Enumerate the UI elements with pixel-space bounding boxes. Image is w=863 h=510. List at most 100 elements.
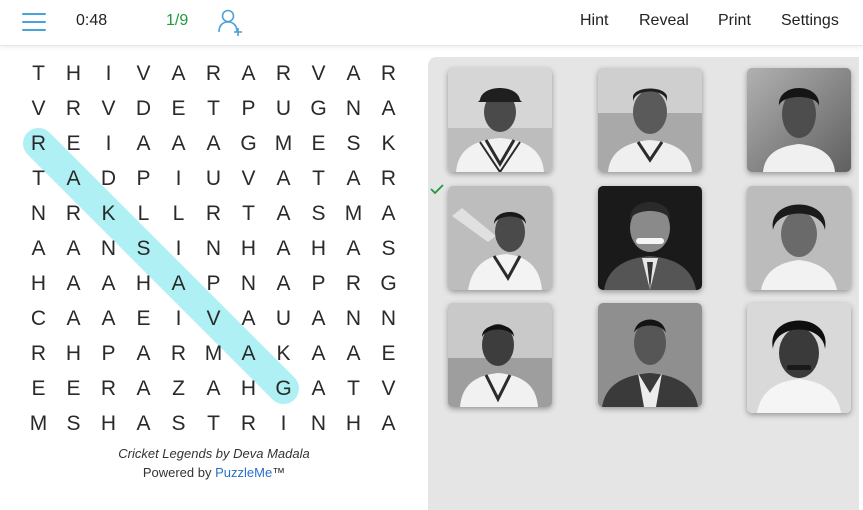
grid-cell[interactable]: V [91, 91, 126, 126]
grid-cell[interactable]: I [161, 231, 196, 266]
grid-cell[interactable]: I [91, 56, 126, 91]
grid-cell[interactable]: K [371, 126, 406, 161]
grid-cell[interactable]: A [336, 56, 371, 91]
grid-cell[interactable]: I [266, 406, 301, 441]
grid-cell[interactable]: U [266, 301, 301, 336]
grid-cell[interactable]: A [56, 161, 91, 196]
grid-cell[interactable]: R [56, 196, 91, 231]
grid-cell[interactable]: A [336, 161, 371, 196]
grid-cell[interactable]: R [91, 371, 126, 406]
grid-cell[interactable]: R [56, 91, 91, 126]
grid-cell[interactable]: A [301, 336, 336, 371]
cricketer-photo-2[interactable] [598, 68, 702, 172]
grid-cell[interactable]: P [196, 266, 231, 301]
grid-cell[interactable]: T [21, 161, 56, 196]
grid-cell[interactable]: I [91, 126, 126, 161]
grid-cell[interactable]: P [126, 161, 161, 196]
grid-cell[interactable]: E [371, 336, 406, 371]
grid-cell[interactable]: R [21, 126, 56, 161]
grid-cell[interactable]: A [126, 406, 161, 441]
cricketer-photo-3[interactable] [747, 68, 851, 172]
grid-cell[interactable]: T [231, 196, 266, 231]
cricketer-photo-6[interactable] [747, 186, 851, 290]
grid-cell[interactable]: T [196, 406, 231, 441]
grid-cell[interactable]: C [21, 301, 56, 336]
grid-cell[interactable]: R [371, 161, 406, 196]
grid-cell[interactable]: G [301, 91, 336, 126]
grid-cell[interactable]: A [266, 231, 301, 266]
grid-cell[interactable]: V [371, 371, 406, 406]
grid-cell[interactable]: N [336, 301, 371, 336]
grid-cell[interactable]: A [161, 126, 196, 161]
grid-cell[interactable]: U [196, 161, 231, 196]
grid-cell[interactable]: E [161, 91, 196, 126]
grid-cell[interactable]: A [56, 301, 91, 336]
grid-cell[interactable]: E [56, 126, 91, 161]
grid-cell[interactable]: K [266, 336, 301, 371]
grid-cell[interactable]: A [56, 266, 91, 301]
grid-cell[interactable]: S [371, 231, 406, 266]
grid-cell[interactable]: R [266, 56, 301, 91]
grid-cell[interactable]: L [126, 196, 161, 231]
grid-cell[interactable]: Z [161, 371, 196, 406]
grid-cell[interactable]: V [21, 91, 56, 126]
grid-cell[interactable]: A [336, 231, 371, 266]
grid-cell[interactable]: E [21, 371, 56, 406]
reveal-button[interactable]: Reveal [639, 12, 689, 30]
grid-cell[interactable]: A [371, 91, 406, 126]
grid-cell[interactable]: A [91, 301, 126, 336]
grid-cell[interactable]: E [301, 126, 336, 161]
grid-cell[interactable]: A [266, 161, 301, 196]
grid-cell[interactable]: S [336, 126, 371, 161]
grid-cell[interactable]: A [196, 371, 231, 406]
grid-cell[interactable]: D [91, 161, 126, 196]
grid-cell[interactable]: S [126, 231, 161, 266]
grid-cell[interactable]: T [21, 56, 56, 91]
grid-cell[interactable]: H [231, 231, 266, 266]
grid-cell[interactable]: A [231, 336, 266, 371]
grid-cell[interactable]: A [161, 266, 196, 301]
grid-cell[interactable]: M [21, 406, 56, 441]
grid-cell[interactable]: D [126, 91, 161, 126]
grid-cell[interactable]: L [161, 196, 196, 231]
grid-cell[interactable]: T [336, 371, 371, 406]
puzzleme-link[interactable]: PuzzleMe [215, 465, 272, 480]
grid-cell[interactable]: U [266, 91, 301, 126]
grid-cell[interactable]: T [196, 91, 231, 126]
cricketer-photo-7[interactable] [448, 303, 552, 407]
grid-cell[interactable]: N [196, 231, 231, 266]
grid-cell[interactable]: M [266, 126, 301, 161]
grid-cell[interactable]: M [196, 336, 231, 371]
grid-cell[interactable]: H [231, 371, 266, 406]
grid-cell[interactable]: R [231, 406, 266, 441]
grid-cell[interactable]: G [266, 371, 301, 406]
grid-cell[interactable]: A [126, 336, 161, 371]
grid-cell[interactable]: R [161, 336, 196, 371]
grid-cell[interactable]: N [336, 91, 371, 126]
cricketer-photo-1[interactable] [448, 68, 552, 172]
grid-cell[interactable]: H [336, 406, 371, 441]
grid-cell[interactable]: N [301, 406, 336, 441]
grid-cell[interactable]: N [21, 196, 56, 231]
grid-cell[interactable]: G [231, 126, 266, 161]
grid-cell[interactable]: P [91, 336, 126, 371]
grid-cell[interactable]: R [371, 56, 406, 91]
grid-cell[interactable]: A [196, 126, 231, 161]
grid-cell[interactable]: A [371, 406, 406, 441]
grid-cell[interactable]: A [56, 231, 91, 266]
grid-cell[interactable]: N [371, 301, 406, 336]
grid-cell[interactable]: V [301, 56, 336, 91]
cricketer-photo-4[interactable] [448, 186, 552, 290]
grid-cell[interactable]: M [336, 196, 371, 231]
grid-cell[interactable]: E [126, 301, 161, 336]
grid-cell[interactable]: A [231, 301, 266, 336]
grid-cell[interactable]: S [56, 406, 91, 441]
grid-cell[interactable]: V [231, 161, 266, 196]
grid-cell[interactable]: P [231, 91, 266, 126]
grid-cell[interactable]: A [301, 301, 336, 336]
cricketer-photo-9[interactable] [747, 303, 851, 413]
settings-button[interactable]: Settings [781, 12, 839, 30]
grid-cell[interactable]: H [91, 406, 126, 441]
grid-cell[interactable]: A [231, 56, 266, 91]
grid-cell[interactable]: G [371, 266, 406, 301]
